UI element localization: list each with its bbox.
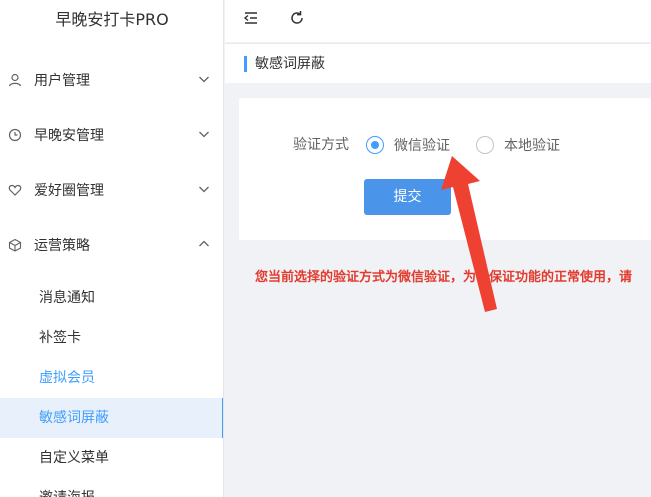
cube-icon bbox=[8, 238, 22, 252]
verification-form-card: 验证方式 微信验证 本地验证 提交 bbox=[239, 98, 651, 240]
radio-wechat-verification[interactable]: 微信验证 bbox=[366, 134, 450, 156]
submenu-virtual-member[interactable]: 虚拟会员 bbox=[0, 358, 223, 398]
radio-label: 微信验证 bbox=[394, 138, 450, 154]
refresh-icon[interactable] bbox=[288, 9, 306, 27]
chevron-down-icon bbox=[199, 76, 209, 83]
top-navbar bbox=[225, 0, 651, 42]
radio-label: 本地验证 bbox=[504, 138, 560, 154]
menu-label: 运营策略 bbox=[34, 237, 90, 254]
menu-hobby-circle-management[interactable]: 爱好圈管理 bbox=[0, 162, 223, 217]
app-title: 早晚安打卡PRO bbox=[55, 10, 169, 29]
menu-label: 早晚安管理 bbox=[34, 127, 104, 144]
radio-checked-icon bbox=[366, 136, 384, 154]
chevron-up-icon bbox=[199, 240, 209, 247]
sidebar: 早晚安打卡PRO 用户管理 早晚安管理 爱好圈管理 运营策略 消息通知 补签卡 … bbox=[0, 0, 224, 497]
menu-user-management[interactable]: 用户管理 bbox=[0, 52, 223, 107]
submenu-makeup-card[interactable]: 补签卡 bbox=[0, 318, 223, 358]
radio-local-verification[interactable]: 本地验证 bbox=[476, 134, 560, 156]
menu-label: 用户管理 bbox=[34, 72, 90, 89]
warning-message: 您当前选择的验证方式为微信验证，为了保证功能的正常使用，请 bbox=[255, 270, 633, 285]
verification-method-label: 验证方式 bbox=[293, 137, 349, 153]
clock-icon bbox=[8, 128, 22, 142]
tag-indicator bbox=[244, 56, 247, 72]
user-icon bbox=[8, 73, 22, 87]
submenu-invite-poster[interactable]: 邀请海报 bbox=[0, 478, 223, 497]
menu-label: 爱好圈管理 bbox=[34, 182, 104, 199]
menu-operation-strategy[interactable]: 运营策略 bbox=[0, 217, 223, 272]
radio-unchecked-icon bbox=[476, 136, 494, 154]
submenu-custom-menu[interactable]: 自定义菜单 bbox=[0, 438, 223, 478]
chevron-down-icon bbox=[199, 186, 209, 193]
submit-button[interactable]: 提交 bbox=[364, 179, 451, 215]
heart-icon bbox=[8, 183, 22, 197]
submenu-message-notice[interactable]: 消息通知 bbox=[0, 278, 223, 318]
collapse-menu-icon[interactable] bbox=[242, 9, 260, 27]
chevron-down-icon bbox=[199, 131, 209, 138]
menu-greeting-management[interactable]: 早晚安管理 bbox=[0, 107, 223, 162]
page-tag-bar: 敏感词屏蔽 bbox=[225, 43, 651, 83]
submenu-sensitive-word-filter[interactable]: 敏感词屏蔽 bbox=[0, 398, 223, 438]
page-title: 敏感词屏蔽 bbox=[255, 56, 325, 72]
